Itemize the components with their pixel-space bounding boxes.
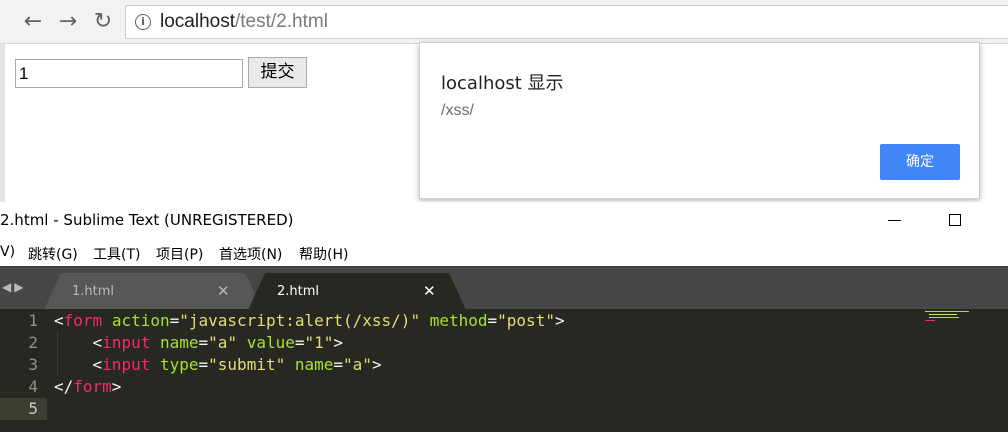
close-icon[interactable]: ✕ — [423, 282, 436, 300]
code-token: </ — [54, 377, 74, 396]
tab-bar: ◀▶ 1.html ✕ 2.html ✕ — [0, 266, 1008, 310]
title-bar: 2.html - Sublime Text (UNREGISTERED) — [0, 202, 1008, 238]
arrow-left-icon[interactable]: ← — [20, 9, 46, 35]
code-token: "1" — [304, 333, 334, 352]
code-token: = — [487, 311, 498, 330]
window-title: 2.html - Sublime Text (UNREGISTERED) — [0, 211, 294, 229]
close-icon[interactable]: ✕ — [217, 282, 230, 300]
code-token: "a" — [208, 333, 238, 352]
code-token: "javascript:alert(/xss/)" — [179, 311, 421, 330]
line-number: 2 — [28, 333, 38, 352]
code-token: method — [429, 311, 488, 330]
arrow-right-icon[interactable]: → — [55, 9, 81, 35]
maximize-icon[interactable] — [949, 214, 961, 226]
page-text-input[interactable]: 1 — [15, 59, 243, 88]
code-token: = — [294, 333, 305, 352]
code-token: name — [294, 355, 334, 374]
code-token: form — [63, 311, 103, 330]
code-token: "submit" — [208, 355, 286, 374]
tab-label: 2.html — [277, 284, 320, 299]
code-token: = — [333, 355, 344, 374]
url-host: localhost — [160, 11, 235, 32]
minimap[interactable] — [925, 311, 995, 325]
url-path: /test/2.html — [235, 11, 328, 32]
page-submit-button[interactable]: 提交 — [248, 57, 307, 88]
tab-1-html[interactable]: 1.html ✕ — [44, 273, 262, 310]
code-token: form — [73, 377, 112, 396]
code-token: type — [159, 355, 199, 374]
code-token: action — [111, 311, 170, 330]
code-token: "a" — [343, 355, 372, 374]
menu-goto[interactable]: 跳转(G) — [28, 244, 78, 264]
code-token: = — [198, 355, 209, 374]
alert-ok-button[interactable]: 确定 — [880, 144, 960, 180]
code-line: </form> — [54, 376, 121, 398]
menu-view[interactable]: V) — [0, 244, 15, 260]
menu-preferences[interactable]: 首选项(N) — [219, 244, 282, 264]
menu-tools[interactable]: 工具(T) — [93, 244, 140, 264]
code-line: <input type="submit" name="a"> — [54, 354, 382, 376]
menu-bar: V) 跳转(G) 工具(T) 项目(P) 首选项(N) 帮助(H) — [0, 238, 1008, 266]
line-number: 4 — [28, 377, 38, 396]
code-token: "post" — [497, 311, 555, 330]
code-token: < — [54, 311, 64, 330]
code-line: <form action="javascript:alert(/xss/)" m… — [54, 310, 565, 332]
minimize-icon[interactable] — [888, 220, 901, 221]
browser-window: ← → ↻ i localhost/test/2.html 1 提交 local… — [0, 0, 1008, 202]
code-token: > — [111, 377, 122, 396]
code-token: > — [554, 311, 565, 330]
alert-dialog: localhost 显示 /xss/ 确定 — [419, 42, 980, 199]
code-token: < — [54, 355, 103, 374]
line-number: 5 — [28, 399, 38, 418]
minimap-line — [925, 311, 969, 312]
minimap-line — [929, 317, 959, 318]
sublime-window: 2.html - Sublime Text (UNREGISTERED) V) … — [0, 202, 1008, 432]
info-icon[interactable]: i — [135, 14, 151, 30]
code-token: < — [54, 333, 103, 352]
menu-help[interactable]: 帮助(H) — [299, 244, 348, 264]
browser-frame-edge — [0, 44, 5, 202]
reload-icon[interactable]: ↻ — [90, 9, 116, 35]
code-token: = — [169, 311, 180, 330]
url-text[interactable]: localhost/test/2.html — [160, 12, 328, 32]
tab-label: 1.html — [72, 284, 115, 299]
code-token: input — [102, 355, 151, 374]
code-token: input — [102, 333, 151, 352]
address-bar[interactable]: i localhost/test/2.html — [125, 5, 1008, 39]
code-token: name — [159, 333, 199, 352]
tab-2-html[interactable]: 2.html ✕ — [248, 273, 466, 310]
code-editor[interactable]: 1 2 3 4 5 <form action="javascript:alert… — [0, 309, 1008, 432]
code-line: <input name="a" value="1"> — [54, 332, 344, 354]
code-token: > — [371, 355, 382, 374]
line-number: 3 — [28, 355, 38, 374]
alert-message: /xss/ — [441, 102, 474, 119]
minimap-line — [925, 320, 935, 321]
line-number-gutter: 1 2 3 4 5 — [0, 309, 47, 432]
alert-title: localhost 显示 — [441, 73, 564, 94]
menu-project[interactable]: 项目(P) — [156, 244, 203, 264]
tab-scroll-arrows-icon[interactable]: ◀▶ — [2, 280, 26, 294]
browser-toolbar: ← → ↻ i localhost/test/2.html — [0, 0, 1008, 44]
minimap-line — [929, 314, 957, 315]
code-token: value — [246, 333, 295, 352]
code-token: = — [198, 333, 209, 352]
code-token: > — [333, 333, 344, 352]
line-number: 1 — [28, 311, 38, 330]
